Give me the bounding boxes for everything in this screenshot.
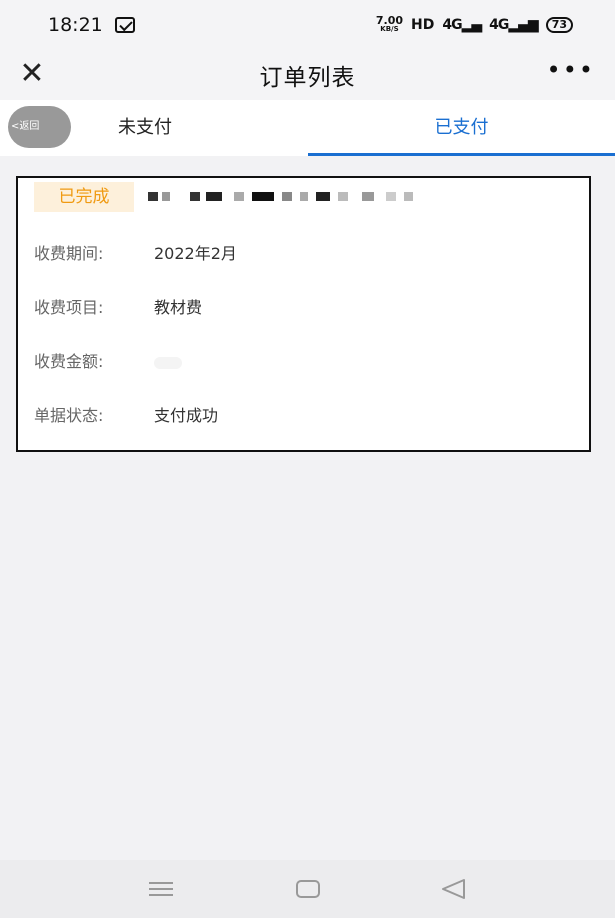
system-navigation-bar	[0, 860, 615, 918]
receipt-status-label: 单据状态:	[34, 406, 104, 425]
navigation-bar: ✕ 订单列表 •••	[0, 50, 615, 100]
network-speed-unit: KB/S	[380, 25, 399, 33]
tab-unpaid[interactable]: 未支付	[118, 100, 172, 156]
network-speed-value: 7.00	[375, 14, 404, 27]
order-card[interactable]: 已完成 收费期间: 2022年2月 收费项目: 教材费 收费金额: 单据状态: 支付成…	[16, 176, 591, 452]
home-icon[interactable]	[296, 880, 320, 898]
hd-indicator: HD	[411, 17, 435, 33]
fee-item-row: 收费项目: 教材费	[34, 294, 202, 318]
billing-period-row: 收费期间: 2022年2月	[34, 240, 237, 264]
back-triangle-icon[interactable]	[440, 878, 466, 900]
signal-icon-1: 4G▂▄	[442, 17, 482, 33]
menu-icon[interactable]	[149, 882, 173, 896]
back-button[interactable]: <返回	[8, 106, 71, 148]
active-tab-indicator	[308, 153, 615, 156]
back-button-label: 返回	[19, 121, 40, 132]
fee-amount-row: 收费金额:	[34, 348, 182, 372]
billing-period-value: 2022年2月	[154, 244, 237, 263]
billing-period-label: 收费期间:	[34, 244, 104, 263]
mail-notification-icon	[114, 17, 135, 33]
battery-icon: 73	[545, 17, 573, 33]
fee-amount-redacted	[154, 356, 182, 369]
status-left: 18:21	[48, 14, 135, 36]
order-number-redacted	[148, 192, 413, 202]
more-icon[interactable]: •••	[547, 56, 595, 84]
signal-icon-2: 4G▂▄▆	[489, 17, 539, 33]
tab-paid[interactable]: 已支付	[308, 100, 615, 156]
receipt-status-value: 支付成功	[154, 406, 219, 425]
status-bar: 18:21 7.00 KB/S HD 4G▂▄ 4G▂▄▆ 73	[0, 0, 615, 50]
tab-bar: <返回 未支付 已支付	[0, 100, 615, 156]
fee-item-value: 教材费	[154, 298, 203, 317]
fee-amount-label: 收费金额:	[34, 352, 104, 371]
page-title: 订单列表	[259, 65, 356, 91]
status-badge: 已完成	[34, 182, 134, 212]
fee-item-label: 收费项目:	[34, 298, 104, 317]
status-time: 18:21	[48, 14, 103, 36]
status-right: 7.00 KB/S HD 4G▂▄ 4G▂▄▆ 73	[375, 14, 573, 34]
receipt-status-row: 单据状态: 支付成功	[34, 402, 218, 426]
network-speed: 7.00 KB/S	[375, 14, 404, 34]
